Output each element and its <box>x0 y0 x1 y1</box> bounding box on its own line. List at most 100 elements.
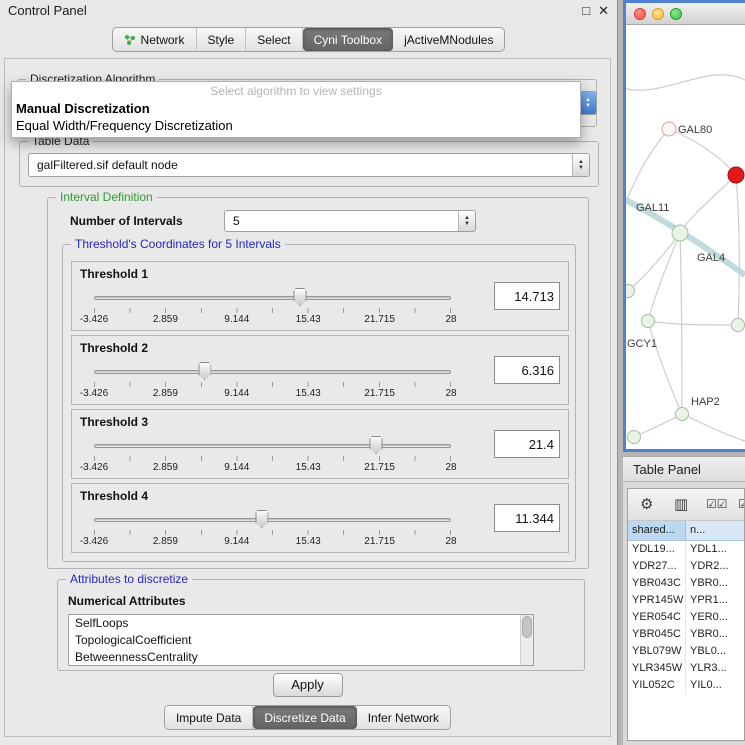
threshold-3-slider-track[interactable] <box>94 444 451 448</box>
table-row[interactable]: YDR27... YDR2... <box>628 558 744 575</box>
network-node[interactable] <box>662 122 676 136</box>
threshold-4-slider-thumb[interactable] <box>255 510 268 528</box>
algorithm-dropdown: Select algorithm to view settings Manual… <box>11 81 581 138</box>
threshold-3-value-input[interactable] <box>494 430 560 458</box>
close-icon[interactable]: ✕ <box>598 0 609 22</box>
network-canvas[interactable]: GAL80 GAL11 GAL4 GCY1 HAP2 <box>626 25 745 449</box>
threshold-2-slider: -3.426 2.859 9.144 15.43 21.715 28 <box>94 360 451 402</box>
list-scrollbar[interactable] <box>520 615 533 665</box>
network-node[interactable] <box>672 225 688 241</box>
tab-network[interactable]: Network <box>113 28 197 51</box>
scale-label: -3.426 <box>80 388 108 399</box>
number-of-intervals-stepper[interactable]: ▲ ▼ <box>458 211 475 231</box>
network-node[interactable] <box>676 408 689 421</box>
threshold-2-slider-track[interactable] <box>94 370 451 374</box>
threshold-1-slider-track[interactable] <box>94 296 451 300</box>
algorithm-select-stepper[interactable]: ▲ ▼ <box>579 92 596 114</box>
columns-icon[interactable]: ▥ <box>674 495 688 513</box>
scale-label: 9.144 <box>224 462 249 473</box>
tab-cyni-toolbox[interactable]: Cyni Toolbox <box>303 28 393 51</box>
algorithm-option-manual[interactable]: Manual Discretization <box>12 100 580 117</box>
tab-style[interactable]: Style <box>197 28 247 51</box>
select-all-icon[interactable]: ☑☑ <box>706 497 728 511</box>
network-node[interactable] <box>642 315 655 328</box>
control-panel-window: Control Panel □ ✕ Network <box>0 0 618 745</box>
scale-label: -3.426 <box>80 462 108 473</box>
table-row[interactable]: YBR043C YBR0... <box>628 575 744 592</box>
table-toolbar: ⚙ ▥ ☑☑ ☑ <box>628 489 744 521</box>
scale-label: 28 <box>445 536 456 547</box>
list-item-selfloops[interactable]: SelfLoops <box>69 615 533 632</box>
top-tabbar: Network Style Select Cyni Toolbox jActiv… <box>112 27 506 52</box>
scale-label: 28 <box>445 314 456 325</box>
table-row[interactable]: YDL19... YDL1... <box>628 541 744 558</box>
scale-label: 15.43 <box>296 462 321 473</box>
bottom-tabbar: Impute Data Discretize Data Infer Networ… <box>164 705 451 730</box>
table-data-select-stepper[interactable]: ▲ ▼ <box>572 154 589 176</box>
tab-jactivemnodules[interactable]: jActiveMNodules <box>393 28 504 51</box>
column-header-name[interactable]: n... <box>686 521 744 540</box>
zoom-button[interactable] <box>670 8 682 20</box>
tab-network-label: Network <box>141 33 185 47</box>
network-node[interactable] <box>626 285 635 298</box>
float-window-icon[interactable]: □ <box>582 0 590 22</box>
scale-label: 2.859 <box>153 536 178 547</box>
threshold-2-slider-thumb[interactable] <box>198 362 211 380</box>
cell: YER0... <box>686 609 744 626</box>
network-window-titlebar <box>626 3 745 25</box>
cell: YLR3... <box>686 660 744 677</box>
tab-infer-network[interactable]: Infer Network <box>357 706 450 729</box>
network-node[interactable] <box>628 431 641 444</box>
tab-select[interactable]: Select <box>246 28 302 51</box>
tab-cyni-toolbox-label: Cyni Toolbox <box>314 33 382 47</box>
scale-label: 9.144 <box>224 388 249 399</box>
table-data-select-value: galFiltered.sif default node <box>37 154 178 176</box>
threshold-3-slider-thumb[interactable] <box>370 436 383 454</box>
tab-impute-data[interactable]: Impute Data <box>165 706 253 729</box>
table-row[interactable]: YPR145W YPR1... <box>628 592 744 609</box>
cell: YDR2... <box>686 558 744 575</box>
cell: YDL1... <box>686 541 744 558</box>
network-node[interactable] <box>732 319 745 332</box>
threshold-3-label: Threshold 3 <box>80 415 148 429</box>
list-item-topologicalcoefficient[interactable]: TopologicalCoefficient <box>69 632 533 649</box>
numerical-attributes-list: SelfLoops TopologicalCoefficient Between… <box>68 614 534 666</box>
tab-jactivemnodules-label: jActiveMNodules <box>404 33 493 47</box>
table-header-row: shared... n... <box>628 521 744 541</box>
list-item-betweennesscentrality[interactable]: BetweennessCentrality <box>69 649 533 666</box>
network-node-selected[interactable] <box>728 167 744 183</box>
table-data-select[interactable]: galFiltered.sif default node ▲ ▼ <box>28 153 590 177</box>
gear-icon[interactable]: ⚙ <box>640 495 653 513</box>
apply-button[interactable]: Apply <box>273 673 343 697</box>
close-button[interactable] <box>634 8 646 20</box>
tab-discretize-data[interactable]: Discretize Data <box>253 706 356 729</box>
minimize-button[interactable] <box>652 8 664 20</box>
control-panel-titlebar: Control Panel □ ✕ <box>0 0 617 22</box>
table-row[interactable]: YBR045C YBR0... <box>628 626 744 643</box>
threshold-1-slider-thumb[interactable] <box>293 288 306 306</box>
threshold-4-slider: -3.426 2.859 9.144 15.43 21.715 28 <box>94 508 451 550</box>
threshold-2-value-input[interactable] <box>494 356 560 384</box>
threshold-2-slider-scale: -3.426 2.859 9.144 15.43 21.715 28 <box>94 388 451 400</box>
table-row[interactable]: YLR345W YLR3... <box>628 660 744 677</box>
threshold-1-value-input[interactable] <box>494 282 560 310</box>
network-icon <box>124 34 136 45</box>
cell: YBR0... <box>686 575 744 592</box>
threshold-1-slider: -3.426 2.859 9.144 15.43 21.715 28 <box>94 286 451 328</box>
table-row[interactable]: YBL079W YBL0... <box>628 643 744 660</box>
table-row[interactable]: YER054C YER0... <box>628 609 744 626</box>
algorithm-option-equal-width[interactable]: Equal Width/Frequency Discretization <box>12 117 580 134</box>
cell: YPR1... <box>686 592 744 609</box>
threshold-4-slider-track[interactable] <box>94 518 451 522</box>
list-scrollbar-thumb[interactable] <box>522 616 532 638</box>
column-header-shared-name[interactable]: shared... <box>628 521 686 540</box>
number-of-intervals-select[interactable]: 5 ▲ ▼ <box>224 210 476 232</box>
cell: YBR0... <box>686 626 744 643</box>
algorithm-dropdown-placeholder: Select algorithm to view settings <box>12 82 580 100</box>
table-row[interactable]: YIL052C YIL0... <box>628 677 744 694</box>
check-icon[interactable]: ☑ <box>738 497 745 511</box>
threshold-4-label: Threshold 4 <box>80 489 148 503</box>
scale-label: 9.144 <box>224 536 249 547</box>
threshold-4-value-input[interactable] <box>494 504 560 532</box>
threshold-2-label: Threshold 2 <box>80 341 148 355</box>
